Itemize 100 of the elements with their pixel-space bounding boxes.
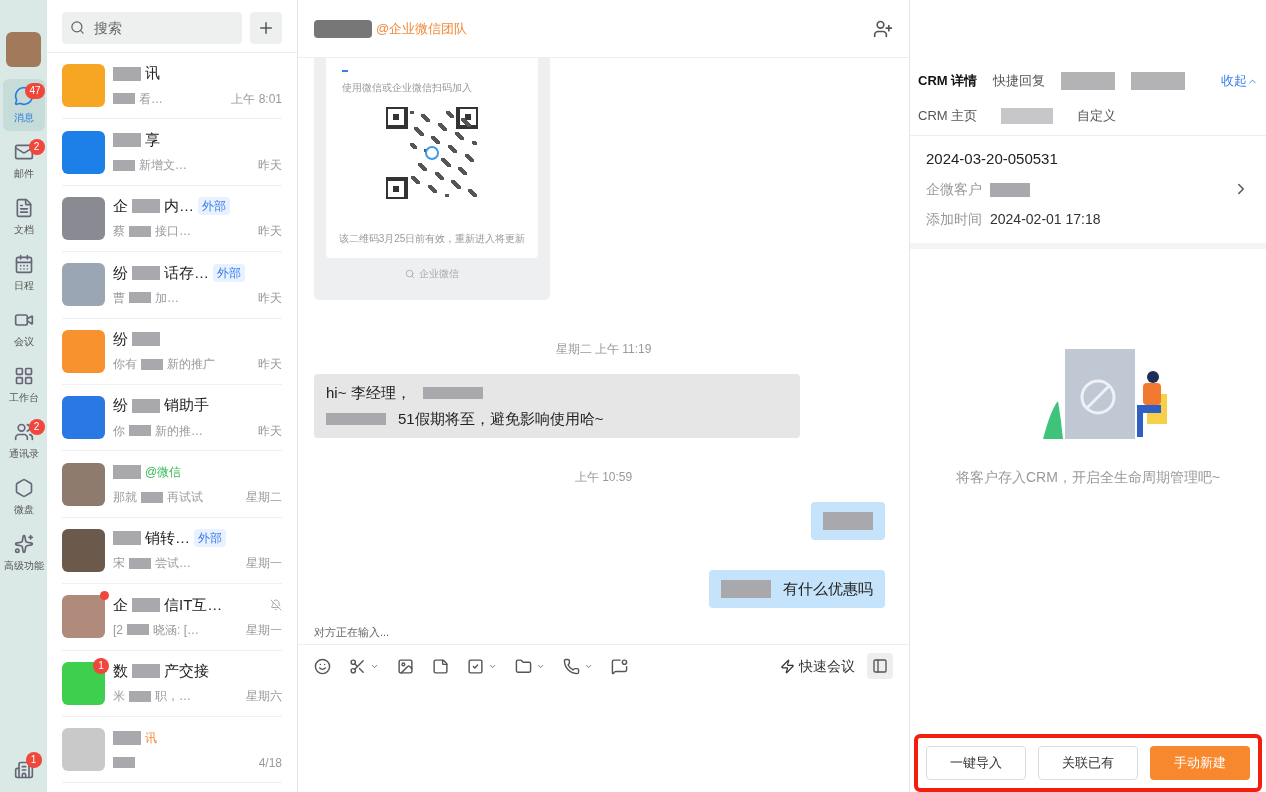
text: 纷 xyxy=(113,395,128,416)
chat-time: 4/18 xyxy=(258,754,282,772)
redaction-block xyxy=(823,512,873,530)
text: 曹 xyxy=(113,289,125,307)
brand-name: 企业微信 xyxy=(419,267,459,281)
emoji-icon xyxy=(314,657,331,675)
scissors-icon xyxy=(349,657,366,675)
redaction-block xyxy=(113,133,141,148)
crm-action-button[interactable]: 一键导入 xyxy=(926,746,1026,780)
nav-item[interactable]: 通讯录 2 xyxy=(2,415,45,467)
unread-badge: 47 xyxy=(25,83,45,99)
text: 再试试 xyxy=(167,489,203,507)
text: 晓涵: [… xyxy=(153,621,200,639)
sub-tab[interactable]: CRM 主页 xyxy=(918,105,978,126)
redaction-block xyxy=(132,664,160,679)
chat-list-item[interactable]: 企 信IT互… [2 晓涵: [… 星期一 xyxy=(62,584,282,651)
chat-time: 昨天 xyxy=(258,223,282,241)
text: 新的推广 xyxy=(167,356,215,374)
redaction-block xyxy=(422,387,483,399)
field-label: 添加时间 xyxy=(926,210,982,229)
text: 新增文… xyxy=(139,157,187,175)
chat-avatar xyxy=(62,64,105,108)
crm-record-card[interactable]: 2024-03-20-050531 企微客户 添加时间 2024-02-01 17:18 xyxy=(910,136,1266,249)
redaction-block xyxy=(314,19,372,38)
chat-avatar xyxy=(62,263,105,307)
chat-avatar xyxy=(62,728,105,772)
nav-item[interactable]: 邮件 2 xyxy=(2,135,45,187)
sparkle-icon xyxy=(13,533,34,554)
chat-list-item[interactable]: 纷 话存… 外部 曹 加… 昨天 xyxy=(62,252,282,319)
text: 那就 xyxy=(113,489,137,507)
text: 企 xyxy=(113,196,128,217)
redaction-block xyxy=(132,332,160,347)
typing-indicator: 对方正在输入... xyxy=(314,624,391,640)
chat-list-item[interactable]: 讯 看… 上午 8:01 xyxy=(62,53,282,120)
tab[interactable]: 快捷回复 xyxy=(993,71,1046,91)
toolbar-button[interactable] xyxy=(467,657,497,675)
chat-list-item[interactable]: 企 内… 外部 蔡 接口… 昨天 xyxy=(62,185,282,253)
text: 看… xyxy=(139,90,163,108)
text: 蔡 xyxy=(113,223,125,241)
chat-time: 星期六 xyxy=(246,688,282,706)
chat-time: 星期一 xyxy=(246,555,282,573)
text: 企 xyxy=(113,594,128,615)
brand-logo-icon xyxy=(405,268,415,279)
chat-avatar xyxy=(62,329,105,373)
unread-badge: 2 xyxy=(28,139,45,155)
chat-time: 星期一 xyxy=(246,621,282,639)
text: 讯 xyxy=(145,63,160,84)
nav-item[interactable]: 日程 xyxy=(2,247,45,299)
text: 新的推… xyxy=(155,422,203,440)
nav-item[interactable]: 文档 xyxy=(2,191,45,243)
text: 2024-02-01 17:18 xyxy=(990,210,1101,229)
text: 尝试… xyxy=(155,555,191,573)
text: 享 xyxy=(145,129,160,150)
nav-item[interactable]: 消息 47 xyxy=(2,79,45,131)
redaction-block xyxy=(129,425,151,437)
chat-list-item[interactable]: 享 新增文… 昨天 xyxy=(62,119,282,186)
redaction-block xyxy=(132,199,160,214)
text: 信IT互… xyxy=(164,594,223,615)
checkbox-icon xyxy=(467,657,484,675)
toolbar-button[interactable] xyxy=(515,657,545,675)
sub-tab[interactable]: 自定义 xyxy=(1077,105,1117,126)
redaction-block xyxy=(132,597,160,612)
collapse-link[interactable]: 收起 xyxy=(1221,71,1258,91)
chat-tag: 外部 xyxy=(213,263,245,282)
nav-item[interactable]: 高级功能 xyxy=(2,527,45,579)
hexagon-icon xyxy=(13,477,34,498)
toolbar-button[interactable] xyxy=(397,657,414,675)
panel-icon xyxy=(872,658,888,674)
contacts-icon xyxy=(13,421,34,442)
search-field[interactable]: 搜索 xyxy=(62,12,242,44)
redaction-block xyxy=(113,66,141,81)
lightning-icon xyxy=(780,658,795,674)
quick-meeting-button[interactable]: 快速会议 xyxy=(780,653,855,679)
chat-tag: 讯 xyxy=(145,728,157,747)
redaction-block xyxy=(141,358,163,370)
toolbar-button[interactable] xyxy=(349,657,379,675)
nav-item[interactable]: 会议 xyxy=(2,303,45,355)
chat-list-item[interactable]: 纷 你有 新的推广 昨天 xyxy=(62,318,282,385)
toolbar-button[interactable] xyxy=(563,657,593,675)
text: 数 xyxy=(113,660,128,681)
toolbar-button[interactable] xyxy=(611,657,628,675)
toolbar-button[interactable] xyxy=(314,657,331,675)
nav-item[interactable]: 工作台 xyxy=(2,359,45,411)
add-button[interactable] xyxy=(250,12,282,44)
tab[interactable]: CRM 详情 xyxy=(918,71,978,91)
calendar-icon xyxy=(13,253,34,274)
crm-action-button[interactable]: 关联已有 xyxy=(1038,746,1138,780)
redaction-block xyxy=(129,292,151,304)
redaction-block xyxy=(141,491,163,503)
chat-list-item[interactable]: 纷 销助手 你 新的推… 昨天 xyxy=(62,384,282,452)
text: 51假期将至，避免影响使用哈~ xyxy=(398,408,604,429)
nav-item[interactable]: 微盘 xyxy=(2,471,45,523)
toolbar-button[interactable] xyxy=(432,657,449,675)
image-icon xyxy=(397,657,414,675)
add-person-icon[interactable] xyxy=(873,18,893,39)
chat-list-item[interactable]: 销转… 外部 宋 尝试… 星期一 xyxy=(62,517,282,585)
redaction-block xyxy=(132,265,160,280)
chat-time: 昨天 xyxy=(258,356,282,374)
sidebar-toggle-button[interactable] xyxy=(867,653,893,679)
chat-list-item[interactable]: 1 数 产交接 米 职，… 星期六 xyxy=(62,650,282,717)
